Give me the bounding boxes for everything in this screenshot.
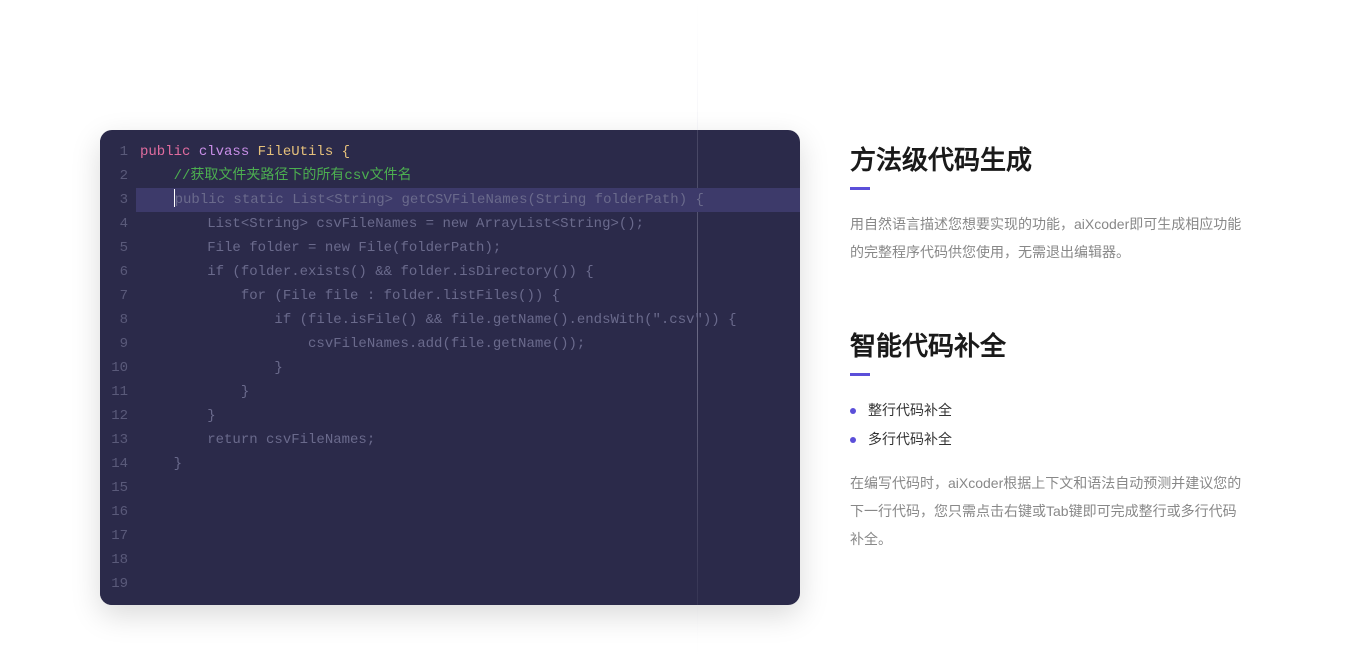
code-token: } xyxy=(140,360,283,376)
code-line[interactable]: public static List<String> getCSVFileNam… xyxy=(136,188,800,212)
section-description: 在编写代码时，aiXcoder根据上下文和语法自动预测并建议您的下一行代码，您只… xyxy=(850,469,1246,553)
code-content[interactable]: public clvass FileUtils { //获取文件夹路径下的所有c… xyxy=(136,140,800,605)
code-token: } xyxy=(140,408,216,424)
code-token: if (folder.exists() && folder.isDirector… xyxy=(140,264,594,280)
code-line[interactable]: } xyxy=(136,356,800,380)
code-line[interactable] xyxy=(136,476,800,500)
line-number-gutter: 12345678910111213141516171819 xyxy=(100,140,136,605)
line-number: 6 xyxy=(106,260,128,284)
code-line[interactable]: return csvFileNames; xyxy=(136,428,800,452)
section-title: 方法级代码生成 xyxy=(850,140,1246,177)
code-line[interactable]: } xyxy=(136,380,800,404)
code-line[interactable]: if (folder.exists() && folder.isDirector… xyxy=(136,260,800,284)
main-container: 12345678910111213141516171819 public clv… xyxy=(0,0,1346,613)
bullet-list: 整行代码补全多行代码补全 xyxy=(850,396,1246,455)
code-token: public static List<String> getCSVFileNam… xyxy=(175,192,704,208)
line-number: 14 xyxy=(106,452,128,476)
code-line[interactable]: File folder = new File(folderPath); xyxy=(136,236,800,260)
code-line[interactable] xyxy=(136,548,800,572)
line-number: 4 xyxy=(106,212,128,236)
line-number: 18 xyxy=(106,548,128,572)
line-number: 1 xyxy=(106,140,128,164)
feature-section: 方法级代码生成用自然语言描述您想要实现的功能，aiXcoder即可生成相应功能的… xyxy=(850,140,1246,266)
section-description: 用自然语言描述您想要实现的功能，aiXcoder即可生成相应功能的完整程序代码供… xyxy=(850,210,1246,266)
code-line[interactable]: //获取文件夹路径下的所有csv文件名 xyxy=(136,164,800,188)
code-token: { xyxy=(342,144,350,160)
right-panel: 方法级代码生成用自然语言描述您想要实现的功能，aiXcoder即可生成相应功能的… xyxy=(850,130,1246,613)
line-number: 16 xyxy=(106,500,128,524)
code-line[interactable]: for (File file : folder.listFiles()) { xyxy=(136,284,800,308)
code-token: clvass xyxy=(199,144,258,160)
code-token: } xyxy=(140,384,249,400)
line-number: 9 xyxy=(106,332,128,356)
code-token: } xyxy=(140,456,182,472)
section-title: 智能代码补全 xyxy=(850,326,1246,363)
line-number: 7 xyxy=(106,284,128,308)
code-token: //获取文件夹路径下的所有csv文件名 xyxy=(174,168,412,184)
line-number: 8 xyxy=(106,308,128,332)
bullet-item: 多行代码补全 xyxy=(850,425,1246,454)
code-token xyxy=(140,168,174,184)
code-token: File folder = new File(folderPath); xyxy=(140,240,501,256)
bullet-item: 整行代码补全 xyxy=(850,396,1246,425)
line-number: 13 xyxy=(106,428,128,452)
code-line[interactable]: csvFileNames.add(file.getName()); xyxy=(136,332,800,356)
line-number: 10 xyxy=(106,356,128,380)
code-line[interactable] xyxy=(136,500,800,524)
line-number: 17 xyxy=(106,524,128,548)
code-line[interactable]: } xyxy=(136,452,800,476)
line-number: 19 xyxy=(106,572,128,596)
code-token xyxy=(140,192,174,208)
code-token: List<String> csvFileNames = new ArrayLis… xyxy=(140,216,644,232)
code-token: csvFileNames.add(file.getName()); xyxy=(140,336,585,352)
code-token: for (File file : folder.listFiles()) { xyxy=(140,288,560,304)
code-line[interactable] xyxy=(136,524,800,548)
feature-section: 智能代码补全整行代码补全多行代码补全在编写代码时，aiXcoder根据上下文和语… xyxy=(850,326,1246,553)
code-line[interactable]: List<String> csvFileNames = new ArrayLis… xyxy=(136,212,800,236)
title-underline xyxy=(850,187,870,190)
line-number: 5 xyxy=(106,236,128,260)
title-underline xyxy=(850,373,870,376)
code-line[interactable]: } xyxy=(136,404,800,428)
code-token: public xyxy=(140,144,199,160)
line-number: 11 xyxy=(106,380,128,404)
line-number: 3 xyxy=(106,188,128,212)
code-line[interactable]: public clvass FileUtils { xyxy=(136,140,800,164)
line-number: 15 xyxy=(106,476,128,500)
code-token: FileUtils xyxy=(258,144,342,160)
code-token: if (file.isFile() && file.getName().ends… xyxy=(140,312,737,328)
line-number: 2 xyxy=(106,164,128,188)
code-token: return csvFileNames; xyxy=(140,432,375,448)
code-editor[interactable]: 12345678910111213141516171819 public clv… xyxy=(100,130,800,605)
line-number: 12 xyxy=(106,404,128,428)
code-line[interactable]: if (file.isFile() && file.getName().ends… xyxy=(136,308,800,332)
code-line[interactable] xyxy=(136,572,800,596)
